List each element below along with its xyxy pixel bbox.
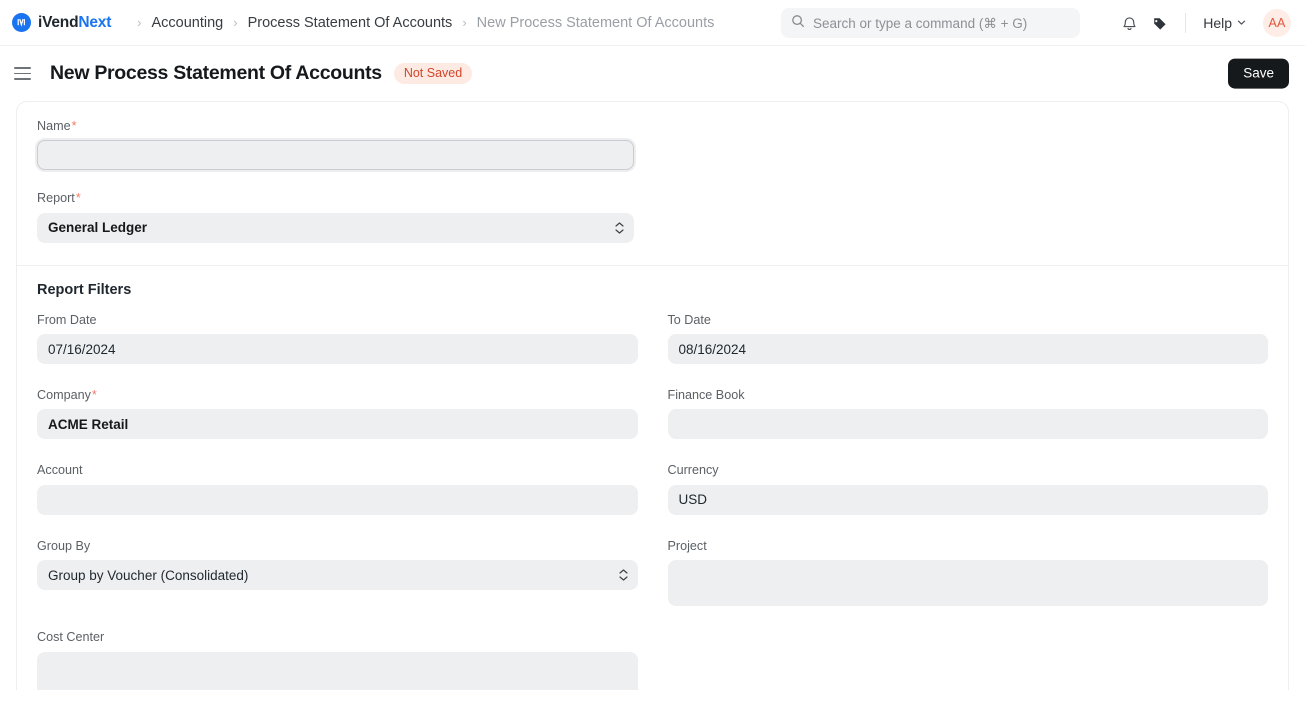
group-by-select[interactable]: Group by Voucher (Consolidated) xyxy=(37,560,638,591)
report-select[interactable]: General Ledger xyxy=(37,212,634,243)
save-button[interactable]: Save xyxy=(1228,58,1289,89)
hamburger-icon[interactable] xyxy=(14,62,38,86)
brand-name-primary: iVend xyxy=(38,13,79,31)
page-title: New Process Statement Of Accounts xyxy=(50,62,382,84)
name-label-text: Name xyxy=(37,119,71,133)
brand-name-accent: Next xyxy=(78,13,112,31)
section-title-report-filters: Report Filters xyxy=(37,281,132,298)
field-name: Name* xyxy=(37,118,634,171)
project-label: Project xyxy=(667,538,707,553)
hamburger-line-1 xyxy=(14,67,31,69)
account-label: Account xyxy=(37,463,83,478)
finance-book-input[interactable] xyxy=(667,409,1268,440)
bell-icon[interactable] xyxy=(1114,8,1144,38)
hamburger-line-2 xyxy=(14,72,31,75)
chevron-down-icon xyxy=(1236,15,1247,31)
name-input[interactable] xyxy=(37,140,634,171)
page-header: New Process Statement Of Accounts Not Sa… xyxy=(0,46,1305,101)
search-icon xyxy=(791,14,805,33)
ivend-logo-icon xyxy=(12,13,31,32)
filters-grid: From Date 07/16/2024 To Date 08/16/2024 … xyxy=(37,312,1268,690)
breadcrumb-separator-2: › xyxy=(462,15,467,30)
report-select-value: General Ledger xyxy=(48,220,148,236)
select-chevrons-icon xyxy=(618,569,628,581)
company-value: ACME Retail xyxy=(48,416,129,432)
navbar-divider xyxy=(1185,13,1187,33)
breadcrumb-separator-0: › xyxy=(137,15,142,30)
cost-center-label: Cost Center xyxy=(37,630,105,645)
to-date-input[interactable]: 08/16/2024 xyxy=(667,334,1268,365)
field-finance-book: Finance Book xyxy=(667,387,1268,440)
breadcrumb: › Accounting › Process Statement Of Acco… xyxy=(127,13,714,33)
to-date-value: 08/16/2024 xyxy=(678,341,747,357)
project-input[interactable] xyxy=(667,560,1268,607)
company-required-marker: * xyxy=(91,388,97,403)
name-label: Name* xyxy=(37,118,634,134)
avatar[interactable]: AA xyxy=(1263,9,1291,37)
from-date-input[interactable]: 07/16/2024 xyxy=(37,334,638,365)
top-navbar: iVendNext › Accounting › Process Stateme… xyxy=(0,0,1305,46)
form-card: Name* Report* General Ledger Report Filt… xyxy=(16,101,1289,690)
finance-book-label: Finance Book xyxy=(667,388,745,403)
group-by-value: Group by Voucher (Consolidated) xyxy=(48,567,249,583)
search-input[interactable] xyxy=(813,15,1070,31)
report-required-marker: * xyxy=(75,191,81,206)
currency-value: USD xyxy=(678,492,708,508)
name-required-marker: * xyxy=(71,119,77,133)
field-project: Project xyxy=(667,538,1268,607)
field-cost-center: Cost Center xyxy=(37,629,638,690)
select-chevrons-icon xyxy=(615,222,624,234)
field-company: Company* ACME Retail xyxy=(37,387,638,440)
cost-center-input[interactable] xyxy=(37,651,638,690)
breadcrumb-separator-1: › xyxy=(233,15,238,30)
currency-input[interactable]: USD xyxy=(667,484,1268,515)
field-to-date: To Date 08/16/2024 xyxy=(667,312,1268,365)
breadcrumb-item-accounting[interactable]: Accounting xyxy=(152,13,224,33)
from-date-label: From Date xyxy=(37,312,97,327)
breadcrumb-item-process-statement-of-accounts[interactable]: Process Statement Of Accounts xyxy=(248,13,453,33)
brand-logo[interactable]: iVendNext xyxy=(12,13,111,32)
report-filters-section: Report Filters From Date 07/16/2024 To D… xyxy=(17,266,1288,690)
field-from-date: From Date 07/16/2024 xyxy=(37,312,638,365)
navbar-actions: Help AA xyxy=(1114,0,1291,46)
document-details-section: Name* Report* General Ledger xyxy=(17,102,1288,265)
report-label: Report* xyxy=(37,190,634,206)
breadcrumb-item-current: New Process Statement Of Accounts xyxy=(476,14,715,31)
group-by-label: Group By xyxy=(37,538,91,553)
global-search[interactable] xyxy=(781,8,1080,38)
field-account: Account xyxy=(37,462,638,515)
hamburger-line-3 xyxy=(14,78,31,80)
to-date-label: To Date xyxy=(667,312,711,327)
account-input[interactable] xyxy=(37,484,638,515)
field-report: Report* General Ledger xyxy=(37,190,634,243)
field-currency: Currency USD xyxy=(667,462,1268,515)
field-group-by: Group By Group by Voucher (Consolidated) xyxy=(37,538,638,606)
currency-label: Currency xyxy=(667,463,719,478)
help-menu[interactable]: Help xyxy=(1197,11,1253,35)
status-badge: Not Saved xyxy=(393,62,473,85)
from-date-value: 07/16/2024 xyxy=(48,341,116,357)
tag-icon[interactable] xyxy=(1144,8,1174,38)
help-label: Help xyxy=(1203,15,1232,31)
company-input[interactable]: ACME Retail xyxy=(37,409,638,440)
company-label: Company* xyxy=(37,387,638,403)
report-label-text: Report xyxy=(37,191,75,206)
company-label-text: Company xyxy=(37,388,91,403)
filters-grid-spacer xyxy=(668,618,1269,690)
brand-name: iVendNext xyxy=(38,14,111,32)
